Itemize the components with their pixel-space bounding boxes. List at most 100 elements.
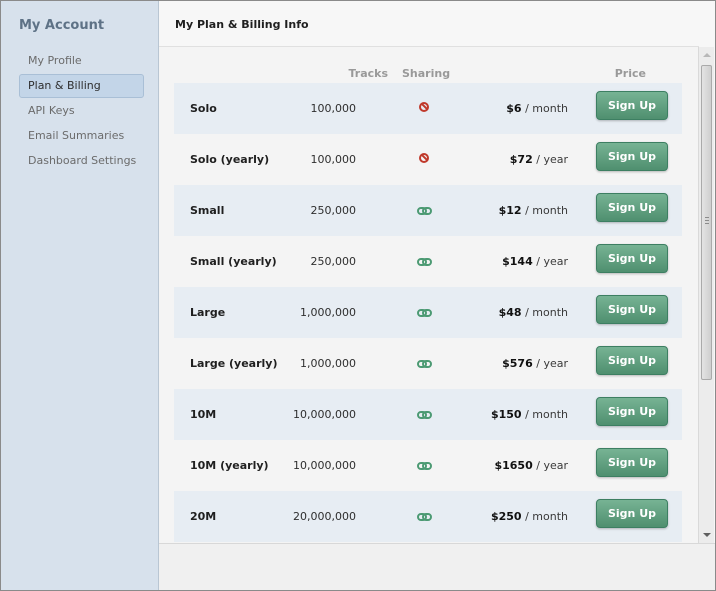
sidebar-title: My Account xyxy=(19,18,105,33)
plan-row: Large (yearly) 1,000,000 $576 / year Sig… xyxy=(174,338,682,389)
price-period: / month xyxy=(525,306,568,319)
sharing-status xyxy=(416,389,432,440)
sign-up-button[interactable]: Sign Up xyxy=(596,448,668,477)
price-amount: $250 xyxy=(490,510,522,523)
price-amount: $1650 xyxy=(494,459,533,472)
price-period: / year xyxy=(536,459,568,472)
tracks-value: 10,000,000 xyxy=(293,408,356,421)
pricing-content: Tracks Sharing Price Solo 100,000 $6 / m… xyxy=(159,47,699,543)
price-period: / year xyxy=(536,153,568,166)
sharing-status xyxy=(416,134,432,185)
sidebar: My Account My Profile Plan & Billing API… xyxy=(1,1,159,590)
sharing-link-icon xyxy=(416,509,432,523)
sidebar-item-my-profile[interactable]: My Profile xyxy=(19,49,144,73)
sign-up-button[interactable]: Sign Up xyxy=(596,91,668,120)
sharing-status xyxy=(416,287,432,338)
plan-name: Solo xyxy=(190,102,217,115)
sharing-status xyxy=(416,236,432,287)
tracks-value: 250,000 xyxy=(310,255,357,268)
price-amount: $48 xyxy=(498,306,522,319)
plan-name: Large xyxy=(190,306,226,319)
plan-name: Solo (yearly) xyxy=(190,153,270,166)
sharing-link-icon xyxy=(416,203,432,217)
plan-name: Large (yearly) xyxy=(190,357,278,370)
price-amount: $144 xyxy=(502,255,533,268)
price-amount: $12 xyxy=(498,204,522,217)
no-sharing-icon xyxy=(416,101,432,115)
plan-row: Solo (yearly) 100,000 $72 / year Sign Up xyxy=(174,134,682,185)
sidebar-nav: My Profile Plan & Billing API Keys Email… xyxy=(19,49,144,174)
plan-name: 10M xyxy=(190,408,217,421)
scroll-up-arrow-icon[interactable] xyxy=(703,53,711,57)
tracks-value: 1,000,000 xyxy=(300,306,356,319)
sign-up-button[interactable]: Sign Up xyxy=(596,346,668,375)
price-period: / month xyxy=(525,408,568,421)
tracks-value: 100,000 xyxy=(310,153,357,166)
price-period: / year xyxy=(536,357,568,370)
price-period: / month xyxy=(525,102,568,115)
price-header: Price xyxy=(614,67,646,80)
no-sharing-icon xyxy=(416,152,432,166)
price-value: $72 / year xyxy=(466,134,568,185)
tracks-value: 10,000,000 xyxy=(293,459,356,472)
price-amount: $150 xyxy=(490,408,522,421)
sharing-status xyxy=(416,440,432,491)
price-value: $48 / month xyxy=(466,287,568,338)
grip-line-icon xyxy=(705,220,709,221)
sign-up-button[interactable]: Sign Up xyxy=(596,244,668,273)
scroll-down-arrow-icon[interactable] xyxy=(703,533,711,537)
sign-up-button[interactable]: Sign Up xyxy=(596,397,668,426)
price-value: $150 / month xyxy=(466,389,568,440)
page-title: My Plan & Billing Info xyxy=(175,18,309,31)
price-value: $12 / month xyxy=(466,185,568,236)
grip-line-icon xyxy=(705,217,709,218)
sharing-status xyxy=(416,83,432,134)
plan-name: 20M xyxy=(190,510,217,523)
footer-area xyxy=(159,544,715,590)
plan-name: 10M (yearly) xyxy=(190,459,269,472)
tracks-value: 250,000 xyxy=(310,204,357,217)
tracks-value: 20,000,000 xyxy=(293,510,356,523)
sharing-link-icon xyxy=(416,254,432,268)
plan-row: 10M (yearly) 10,000,000 $1650 / year Sig… xyxy=(174,440,682,491)
price-value: $6 / month xyxy=(466,83,568,134)
sharing-link-icon xyxy=(416,407,432,421)
price-period: / month xyxy=(525,510,568,523)
sharing-link-icon xyxy=(416,356,432,370)
plan-name: Small (yearly) xyxy=(190,255,277,268)
plan-name: Small xyxy=(190,204,225,217)
sharing-status xyxy=(416,185,432,236)
price-period: / year xyxy=(536,255,568,268)
price-period: / month xyxy=(525,204,568,217)
plan-row: 20M 20,000,000 $250 / month Sign Up xyxy=(174,491,682,542)
sign-up-button[interactable]: Sign Up xyxy=(596,295,668,324)
sharing-status xyxy=(416,338,432,389)
price-value: $576 / year xyxy=(466,338,568,389)
sharing-header: Sharing xyxy=(402,67,451,80)
vertical-scrollbar[interactable] xyxy=(698,47,714,543)
main-panel: My Plan & Billing Info Tracks Sharing Pr… xyxy=(159,1,715,590)
sidebar-item-email-summaries[interactable]: Email Summaries xyxy=(19,124,144,148)
sign-up-button[interactable]: Sign Up xyxy=(596,499,668,528)
plan-row: Solo 100,000 $6 / month Sign Up xyxy=(174,83,682,134)
price-value: $144 / year xyxy=(466,236,568,287)
price-amount: $576 xyxy=(502,357,533,370)
sign-up-button[interactable]: Sign Up xyxy=(596,193,668,222)
sidebar-item-dashboard-settings[interactable]: Dashboard Settings xyxy=(19,149,144,173)
plan-row: 10M 10,000,000 $150 / month Sign Up xyxy=(174,389,682,440)
sidebar-item-api-keys[interactable]: API Keys xyxy=(19,99,144,123)
plan-row: Small 250,000 $12 / month Sign Up xyxy=(174,185,682,236)
price-amount: $6 xyxy=(506,102,522,115)
price-amount: $72 xyxy=(509,153,533,166)
pricing-table-header: Tracks Sharing Price xyxy=(174,67,682,83)
plan-row: Large 1,000,000 $48 / month Sign Up xyxy=(174,287,682,338)
sharing-link-icon xyxy=(416,458,432,472)
price-value: $1650 / year xyxy=(466,440,568,491)
sidebar-item-plan-billing[interactable]: Plan & Billing xyxy=(19,74,144,98)
sharing-link-icon xyxy=(416,305,432,319)
grip-line-icon xyxy=(705,223,709,224)
sign-up-button[interactable]: Sign Up xyxy=(596,142,668,171)
tracks-header: Tracks xyxy=(348,67,388,80)
scrollbar-thumb[interactable] xyxy=(701,65,712,380)
account-window: My Account My Profile Plan & Billing API… xyxy=(0,0,716,591)
